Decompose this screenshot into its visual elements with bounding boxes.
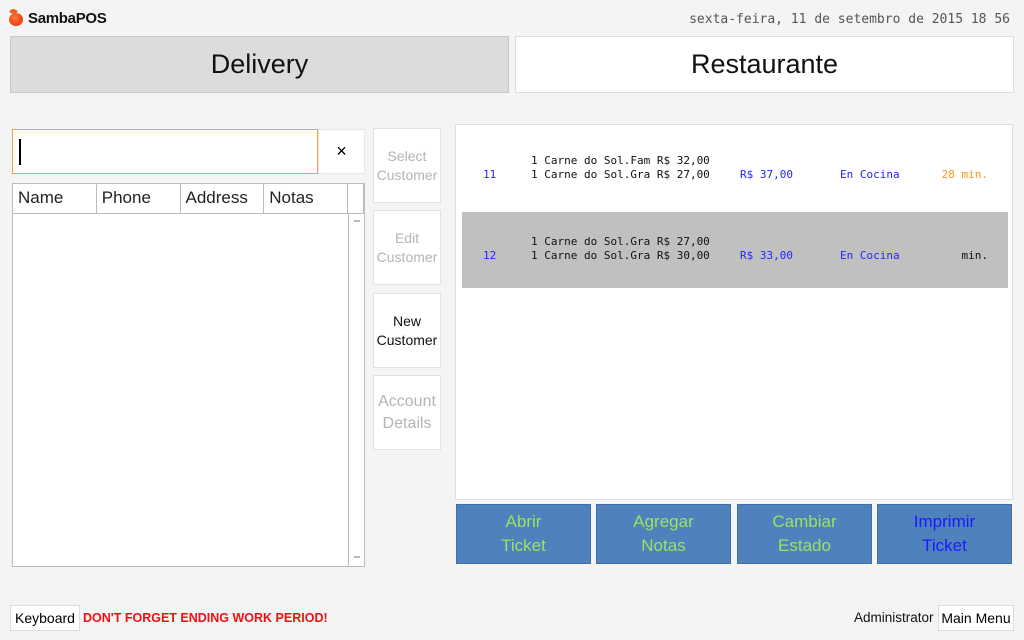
keyboard-button[interactable]: Keyboard: [10, 605, 80, 631]
abrir-ticket-button[interactable]: Abrir Ticket: [456, 504, 591, 564]
ticket-item-line: 1 Carne do Sol.Gra R$ 27,00: [531, 168, 710, 181]
ticket-elapsed-time: min.: [961, 249, 989, 262]
customer-grid-scrollbar[interactable]: [348, 214, 364, 566]
button-label-line: Imprimir: [913, 512, 976, 531]
new-customer-button[interactable]: New Customer: [373, 293, 441, 368]
main-menu-button[interactable]: Main Menu: [938, 605, 1014, 631]
close-icon: ×: [336, 141, 347, 161]
customer-search-input[interactable]: [13, 130, 317, 173]
ticket-item-line: 1 Carne do Sol.Gra R$ 27,00: [531, 235, 710, 248]
open-tickets-panel: 11 1 Carne do Sol.Fam R$ 32,00 1 Carne do…: [455, 124, 1013, 500]
column-header-notas[interactable]: Notas: [264, 184, 348, 213]
ticket-elapsed-time: 28 min.: [941, 168, 988, 181]
select-customer-button[interactable]: Select Customer: [373, 128, 441, 203]
select-customer-label: Select Customer: [376, 147, 438, 183]
button-label-line: Ticket: [922, 536, 967, 555]
ticket-item-line: 1 Carne do Sol.Gra R$ 30,00: [531, 249, 710, 262]
column-header-address[interactable]: Address: [181, 184, 265, 213]
app-logo: SambaPOS: [8, 7, 107, 27]
ticket-items: 1 Carne do Sol.Fam R$ 32,00 1 Carne do So…: [531, 154, 710, 182]
button-label-line: Cambiar: [772, 512, 837, 531]
cambiar-estado-button[interactable]: Cambiar Estado: [737, 504, 872, 564]
ticket-state: En Cocina: [840, 249, 900, 262]
column-header-name[interactable]: Name: [13, 184, 97, 213]
ticket-state: En Cocina: [840, 168, 900, 181]
clear-search-button[interactable]: ×: [318, 129, 365, 174]
scroll-up-arrow-icon[interactable]: [354, 220, 360, 222]
scroll-down-arrow-icon[interactable]: [354, 556, 360, 558]
department-tab-delivery[interactable]: Delivery: [10, 36, 509, 93]
datetime-display: sexta-feira, 11 de setembro de 2015 18 5…: [689, 12, 1010, 27]
edit-customer-button[interactable]: Edit Customer: [373, 210, 441, 285]
button-label-line: Notas: [641, 536, 686, 555]
account-details-button[interactable]: Account Details: [373, 375, 441, 450]
ticket-total: R$ 33,00: [740, 249, 793, 262]
logged-in-user: Administrator: [854, 610, 934, 625]
customer-grid-header: Name Phone Address Notas: [13, 184, 364, 214]
button-label-line: Abrir: [505, 512, 542, 531]
work-period-warning: DON'T FORGET ENDING WORK PERIOD!: [83, 611, 328, 625]
edit-customer-label: Edit Customer: [376, 229, 438, 265]
ticket-row[interactable]: 11 1 Carne do Sol.Fam R$ 32,00 1 Carne do…: [462, 131, 1008, 207]
app-title: SambaPOS: [28, 9, 107, 27]
new-customer-label: New Customer: [376, 312, 438, 348]
ticket-row-selected[interactable]: 12 1 Carne do Sol.Gra R$ 27,00 1 Carne do…: [462, 212, 1008, 288]
column-header-phone[interactable]: Phone: [97, 184, 181, 213]
ticket-total: R$ 37,00: [740, 168, 793, 181]
button-label-line: Estado: [778, 536, 831, 555]
department-tab-restaurante[interactable]: Restaurante: [515, 36, 1014, 93]
button-label-line: Agregar: [633, 512, 694, 531]
account-details-label: Account Details: [378, 392, 436, 432]
agregar-notas-button[interactable]: Agregar Notas: [596, 504, 731, 564]
text-caret: [19, 139, 21, 165]
ticket-items: 1 Carne do Sol.Gra R$ 27,00 1 Carne do So…: [531, 235, 710, 263]
imprimir-ticket-button[interactable]: Imprimir Ticket: [877, 504, 1012, 564]
ticket-number: 12: [483, 249, 497, 262]
customer-grid: Name Phone Address Notas: [12, 183, 365, 567]
ticket-item-line: 1 Carne do Sol.Fam R$ 32,00: [531, 154, 710, 167]
apple-logo-icon: [8, 7, 25, 27]
customer-search-field[interactable]: [12, 129, 318, 174]
column-header-spacer: [348, 184, 364, 213]
button-label-line: Ticket: [501, 536, 546, 555]
ticket-number: 11: [483, 168, 497, 181]
